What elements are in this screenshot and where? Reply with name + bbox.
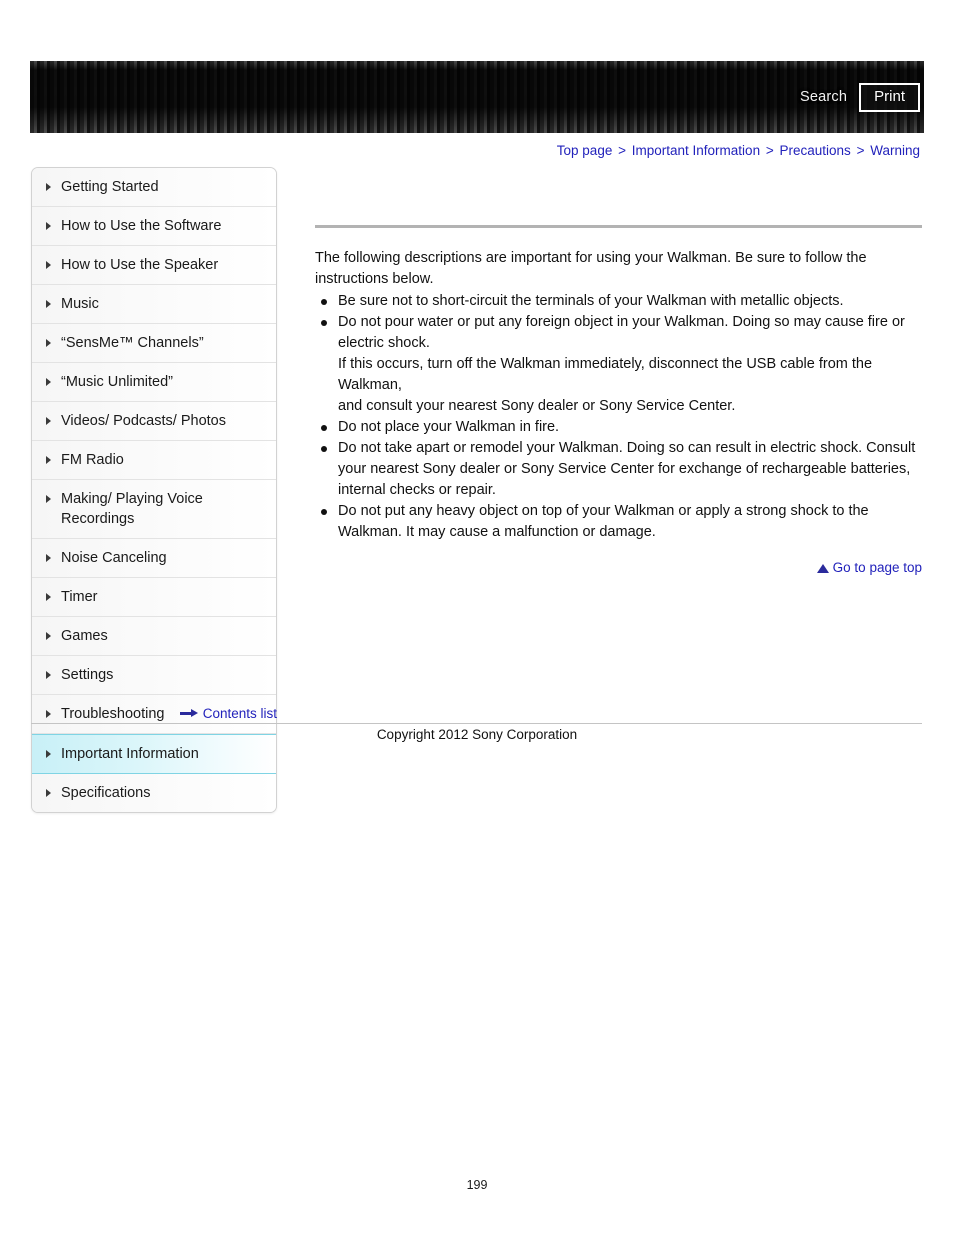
sidebar-item-label: Videos/ Podcasts/ Photos bbox=[61, 413, 226, 429]
sidebar-item-label: Making/ Playing Voice Recordings bbox=[61, 491, 203, 527]
header-stripe-pattern bbox=[30, 61, 924, 133]
sidebar-item-getting-started[interactable]: Getting Started bbox=[32, 168, 276, 207]
intro-paragraph: The following descriptions are important… bbox=[315, 248, 922, 290]
sidebar-item-music-unlimited[interactable]: “Music Unlimited” bbox=[32, 363, 276, 402]
triangle-right-icon bbox=[46, 495, 51, 503]
main-content: The following descriptions are important… bbox=[315, 167, 922, 575]
breadcrumb-separator: > bbox=[765, 143, 774, 158]
search-button[interactable]: Search bbox=[800, 89, 847, 105]
sidebar-item-label: Settings bbox=[61, 667, 114, 683]
warning-bullet-item: Do not place your Walkman in fire. bbox=[315, 417, 922, 438]
warning-bullet-continuation: and consult your nearest Sony dealer or … bbox=[338, 398, 736, 414]
triangle-right-icon bbox=[46, 456, 51, 464]
sidebar-item-videos-podcasts-photos[interactable]: Videos/ Podcasts/ Photos bbox=[32, 402, 276, 441]
warning-bullet-item: Do not take apart or remodel your Walkma… bbox=[315, 438, 922, 501]
sidebar-item-label: “SensMe™ Channels” bbox=[61, 335, 204, 351]
sidebar-item-specifications[interactable]: Specifications bbox=[32, 774, 276, 812]
sidebar-item-label: “Music Unlimited” bbox=[61, 374, 173, 390]
warning-bullet-text: Be sure not to short-circuit the termina… bbox=[338, 293, 844, 309]
triangle-right-icon bbox=[46, 378, 51, 386]
breadcrumb-item-warning[interactable]: Warning bbox=[870, 143, 920, 158]
breadcrumb-item-important-information[interactable]: Important Information bbox=[632, 143, 760, 158]
triangle-up-icon bbox=[816, 564, 829, 573]
intro-line-2: instructions below. bbox=[315, 271, 434, 287]
sidebar-item-games[interactable]: Games bbox=[32, 617, 276, 656]
sidebar-item-label: Specifications bbox=[61, 785, 151, 801]
warning-bullet-list: Be sure not to short-circuit the termina… bbox=[315, 291, 922, 543]
triangle-right-icon bbox=[46, 222, 51, 230]
sidebar-item-fm-radio[interactable]: FM Radio bbox=[32, 441, 276, 480]
triangle-right-icon bbox=[46, 300, 51, 308]
warning-bullet-continuation: If this occurs, turn off the Walkman imm… bbox=[338, 356, 873, 393]
breadcrumb-item-precautions[interactable]: Precautions bbox=[780, 143, 851, 158]
copyright-text: Copyright 2012 Sony Corporation bbox=[376, 727, 578, 742]
triangle-right-icon bbox=[46, 671, 51, 679]
sidebar-item-how-to-use-the-speaker[interactable]: How to Use the Speaker bbox=[32, 246, 276, 285]
sidebar-item-label: How to Use the Software bbox=[61, 218, 222, 234]
breadcrumb: Top page > Important Information > Preca… bbox=[557, 143, 920, 158]
sidebar-item-how-to-use-the-software[interactable]: How to Use the Software bbox=[32, 207, 276, 246]
sidebar-item-sensme-channels[interactable]: “SensMe™ Channels” bbox=[32, 324, 276, 363]
sidebar-item-label: Timer bbox=[61, 589, 98, 605]
triangle-right-icon bbox=[46, 261, 51, 269]
sidebar-item-settings[interactable]: Settings bbox=[32, 656, 276, 695]
warning-bullet-item: Be sure not to short-circuit the termina… bbox=[315, 291, 922, 312]
footer-divider bbox=[31, 723, 922, 724]
go-to-page-top[interactable]: Go to page top bbox=[315, 560, 922, 575]
sidebar-item-label: Music bbox=[61, 296, 99, 312]
sidebar-item-label: How to Use the Speaker bbox=[61, 257, 219, 273]
warning-bullet-text: Do not pour water or put any foreign obj… bbox=[338, 314, 905, 351]
breadcrumb-item-top-page[interactable]: Top page bbox=[557, 143, 613, 158]
sidebar-item-noise-canceling[interactable]: Noise Canceling bbox=[32, 539, 276, 578]
header-banner: Search Print bbox=[30, 61, 924, 133]
contents-list-label[interactable]: Contents list bbox=[203, 706, 277, 721]
header-controls: Search Print bbox=[800, 61, 920, 133]
triangle-right-icon bbox=[46, 339, 51, 347]
sidebar-item-music[interactable]: Music bbox=[32, 285, 276, 324]
sidebar-item-timer[interactable]: Timer bbox=[32, 578, 276, 617]
sidebar-item-label: Noise Canceling bbox=[61, 550, 167, 566]
sidebar-item-making-playing-voice-recordings[interactable]: Making/ Playing Voice Recordings bbox=[32, 480, 276, 539]
warning-bullet-item: Do not put any heavy object on top of yo… bbox=[315, 501, 922, 543]
warning-bullet-item: Do not pour water or put any foreign obj… bbox=[315, 312, 922, 417]
triangle-right-icon bbox=[46, 593, 51, 601]
sidebar-item-label: Important Information bbox=[61, 746, 199, 762]
arrow-right-icon bbox=[179, 709, 198, 718]
sidebar-item-label: Games bbox=[61, 628, 108, 644]
contents-list-link[interactable]: Contents list bbox=[31, 706, 277, 721]
breadcrumb-separator: > bbox=[856, 143, 865, 158]
intro-line-1: The following descriptions are important… bbox=[315, 250, 867, 266]
triangle-right-icon bbox=[46, 789, 51, 797]
triangle-right-icon bbox=[46, 632, 51, 640]
go-to-page-top-label[interactable]: Go to page top bbox=[833, 560, 922, 575]
warning-bullet-text: Do not put any heavy object on top of yo… bbox=[338, 503, 869, 540]
sidebar-item-label: Getting Started bbox=[61, 179, 159, 195]
breadcrumb-separator: > bbox=[618, 143, 626, 158]
triangle-right-icon bbox=[46, 417, 51, 425]
content-divider bbox=[315, 225, 922, 228]
triangle-right-icon bbox=[46, 554, 51, 562]
sidebar-item-label: FM Radio bbox=[61, 452, 124, 468]
warning-bullet-text: Do not take apart or remodel your Walkma… bbox=[338, 440, 916, 498]
page-number: 199 bbox=[466, 1178, 488, 1192]
warning-bullet-text: Do not place your Walkman in fire. bbox=[338, 419, 560, 435]
triangle-right-icon bbox=[46, 750, 51, 758]
triangle-right-icon bbox=[46, 183, 51, 191]
print-button[interactable]: Print bbox=[859, 82, 920, 112]
